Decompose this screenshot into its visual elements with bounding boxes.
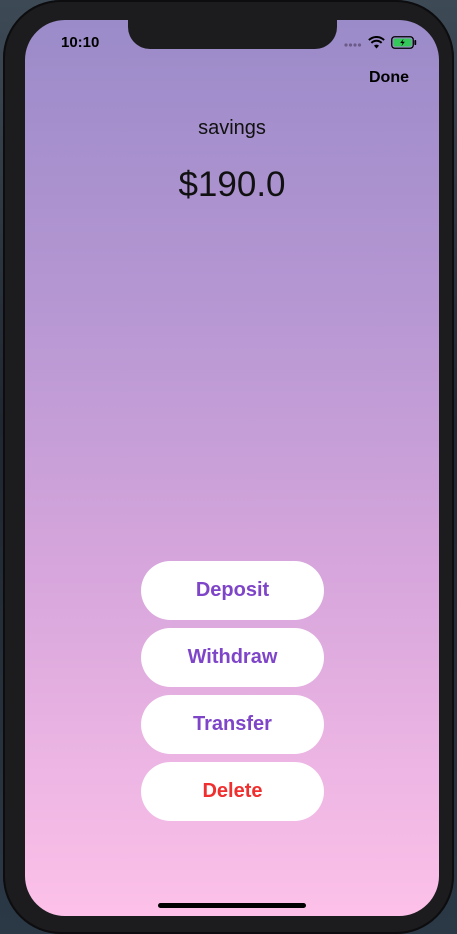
status-time: 10:10 (61, 34, 100, 51)
account-balance: $190.0 (178, 165, 286, 204)
account-name: savings (198, 117, 266, 139)
deposit-button[interactable]: Deposit (141, 561, 324, 620)
transfer-button[interactable]: Transfer (141, 695, 324, 754)
action-buttons: Deposit Withdraw Transfer Delete (141, 561, 324, 829)
app-screen: 10:10 Done savings $190.0 Deposit Withdr… (25, 20, 439, 916)
signal-icon (344, 43, 362, 47)
phone-frame: 10:10 Done savings $190.0 Deposit Withdr… (3, 0, 454, 934)
wifi-icon (368, 35, 385, 48)
home-indicator[interactable] (158, 903, 306, 908)
done-button[interactable]: Done (369, 69, 409, 87)
status-icons (344, 34, 417, 50)
notch (128, 20, 337, 49)
withdraw-button[interactable]: Withdraw (141, 628, 324, 687)
battery-icon (391, 35, 417, 49)
delete-button[interactable]: Delete (141, 762, 324, 821)
